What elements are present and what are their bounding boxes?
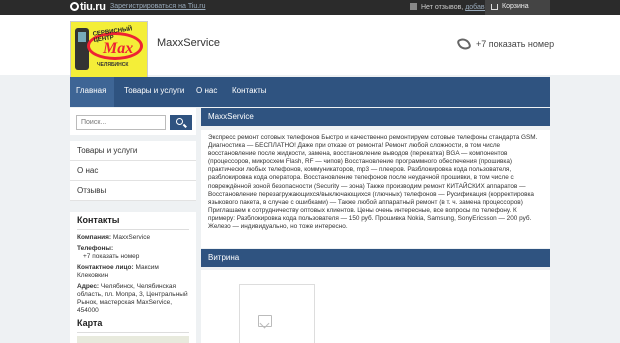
contact-phones-label: Телефоны: [77,245,114,252]
main-title: MaxxService [201,108,550,126]
contact-phones: Телефоны: +7 показать номер [77,245,189,261]
sidebar-item-reviews[interactable]: Отзывы [70,181,196,201]
contact-address: Адрес: Челябинск, Челябинская область, п… [77,283,189,315]
contacts-title: Контакты [77,212,189,230]
cart-icon [491,4,498,10]
register-link[interactable]: Зарегистрироваться на Tiu.ru [110,3,205,10]
map-image[interactable] [77,336,189,343]
contact-person-label: Контактное лицо: [77,264,134,271]
logo-brand: Max [103,40,134,57]
side-menu: Товары и услуги О нас Отзывы [70,141,196,201]
contact-person: Контактное лицо: Максим Клековкин [77,264,189,280]
map-block: Карта [70,314,196,343]
nav-item-contacts[interactable]: Контакты [232,77,267,107]
contact-company: Компания: MaxxService [77,234,189,242]
comment-icon [410,3,417,10]
product-card[interactable] [239,284,315,343]
map-title: Карта [77,314,189,333]
search-icon [176,118,183,125]
showcase [201,270,550,343]
company-name: MaxxService [157,37,220,49]
company-description: Экспресс ремонт сотовых телефонов Быстро… [201,130,550,248]
company-logo[interactable]: СЕРВИСНЫЙ ЦЕНТР Max ЧЕЛЯБИНСК [70,21,148,85]
top-bar: tiu.ru Зарегистрироваться на Tiu.ru Нет … [0,0,620,15]
nav-item-home[interactable]: Главная [70,77,114,107]
contacts-block: Контакты Компания: MaxxService Телефоны:… [70,212,196,318]
search-box [70,108,196,135]
show-phone-label: +7 показать номер [476,39,555,49]
site-header: СЕРВИСНЫЙ ЦЕНТР Max ЧЕЛЯБИНСК MaxxServic… [0,15,620,85]
phone-icon [456,36,472,52]
sidebar-item-products[interactable]: Товары и услуги [70,141,196,161]
tiu-logo-text: tiu.ru [80,1,106,13]
logo-bottom-text: ЧЕЛЯБИНСК [97,62,129,68]
sidebar: Товары и услуги О нас Отзывы Контакты Ко… [70,108,196,343]
cart-button[interactable]: Корзина [485,0,550,15]
contact-company-value: MaxxService [112,234,151,241]
contact-address-label: Адрес: [77,283,100,290]
tiu-logo-icon [70,2,79,11]
search-input[interactable] [76,115,166,130]
showcase-title: Витрина [201,249,550,267]
contact-phone-link[interactable]: +7 показать номер [77,253,139,260]
search-button[interactable] [170,115,192,130]
main-nav: Главная Товары и услуги О нас Контакты [70,77,550,107]
cart-label: Корзина [502,3,529,10]
nav-item-products[interactable]: Товары и услуги [124,77,184,107]
reviews-area: Нет отзывов, добавить [410,3,495,11]
show-phone-button[interactable]: +7 показать номер [456,36,555,52]
nav-item-about[interactable]: О нас [196,77,217,107]
tiu-logo[interactable]: tiu.ru [70,1,106,13]
sidebar-item-about[interactable]: О нас [70,161,196,181]
reviews-text: Нет отзывов, [421,4,464,11]
main-content: MaxxService Экспресс ремонт сотовых теле… [201,108,550,343]
image-placeholder-icon [258,315,272,327]
contact-company-label: Компания: [77,234,112,241]
